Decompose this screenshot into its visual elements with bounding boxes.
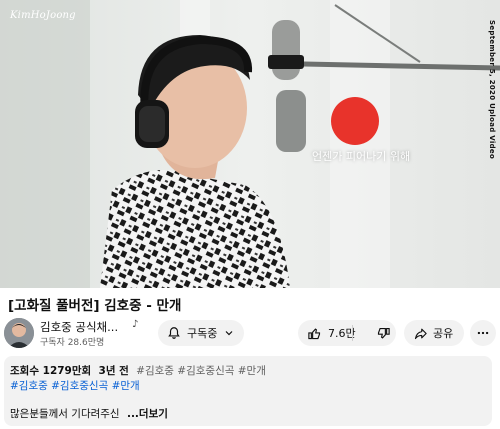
video-title: [고화질 풀버전] 김호중 - 만개 bbox=[8, 298, 182, 314]
like-dislike-group: 7.6만 bbox=[298, 320, 396, 346]
hashtag-link[interactable]: #김호중신곡 bbox=[51, 380, 108, 392]
more-horizontal-icon bbox=[476, 326, 490, 340]
bell-icon bbox=[167, 326, 181, 340]
share-button[interactable]: 공유 bbox=[404, 320, 464, 346]
subscribe-button[interactable]: 구독중 bbox=[158, 320, 244, 346]
channel-name[interactable]: 김호중 공식채... bbox=[40, 319, 118, 335]
video-frame bbox=[0, 0, 500, 288]
description-text: 많은분들께서 기다려주신 bbox=[10, 408, 120, 420]
video-player[interactable]: KimHoJoong September 5, 2020 Upload Vide… bbox=[0, 0, 500, 288]
music-note-icon: ♪ bbox=[132, 319, 139, 330]
share-label: 공유 bbox=[433, 327, 454, 340]
thumbs-down-icon bbox=[376, 326, 391, 341]
meta-tag[interactable]: #만개 bbox=[238, 365, 266, 377]
like-button[interactable]: 7.6만 bbox=[307, 325, 356, 341]
share-icon bbox=[413, 326, 428, 341]
description-box[interactable]: 조회수 1279만회 3년 전 #김호중 #김호중신곡 #만개 #김호중 #김호… bbox=[4, 356, 492, 426]
hashtag-line: #김호중 #김호중신곡 #만개 bbox=[10, 378, 140, 393]
red-light bbox=[331, 97, 379, 145]
description-text-line: 많은분들께서 기다려주신 ...더보기 bbox=[10, 406, 168, 421]
dislike-button[interactable] bbox=[376, 326, 391, 341]
upload-date-note: September 5, 2020 Upload Video bbox=[488, 20, 496, 160]
channel-row: 김호중 공식채... ♪ 구독자 28.6만명 구독중 7.6만 공유 bbox=[0, 316, 500, 350]
hashtag-link[interactable]: #만개 bbox=[112, 380, 140, 392]
meta-tag[interactable]: #김호중신곡 bbox=[177, 365, 234, 377]
upload-age: 3년 전 bbox=[98, 365, 129, 377]
meta-tag[interactable]: #김호중 bbox=[136, 365, 174, 377]
channel-avatar[interactable] bbox=[4, 318, 34, 348]
description-meta-line: 조회수 1279만회 3년 전 #김호중 #김호중신곡 #만개 bbox=[10, 363, 266, 378]
subscriber-count: 구독자 28.6만명 bbox=[40, 338, 105, 348]
like-divider bbox=[352, 325, 353, 341]
lyric-caption: 언젠가 피어나기 위해 bbox=[312, 150, 411, 163]
channel-logo-watermark: KimHoJoong bbox=[10, 10, 76, 21]
view-count: 조회수 1279만회 bbox=[10, 365, 92, 377]
more-actions-button[interactable] bbox=[470, 320, 496, 346]
show-more-link[interactable]: ...더보기 bbox=[127, 408, 168, 420]
thumbs-up-icon bbox=[307, 326, 322, 341]
chevron-down-icon bbox=[223, 327, 235, 339]
hashtag-link[interactable]: #김호중 bbox=[10, 380, 48, 392]
subscribe-label: 구독중 bbox=[187, 327, 218, 340]
